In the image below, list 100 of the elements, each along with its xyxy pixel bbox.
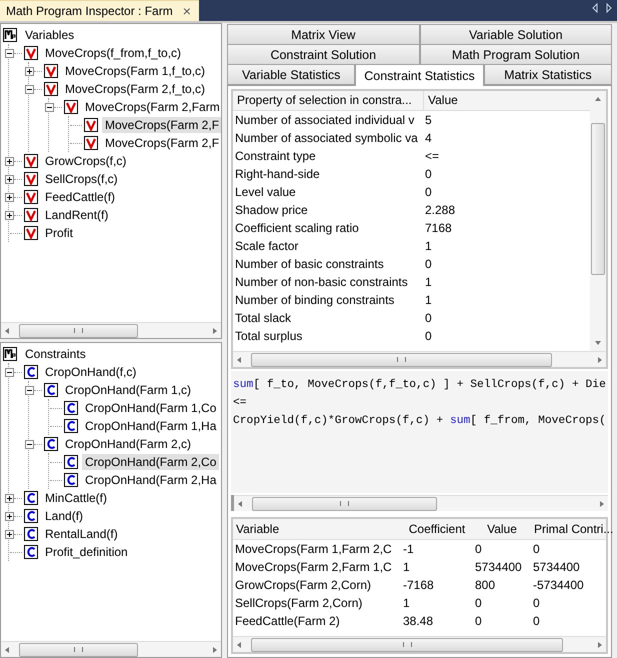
formula-line: CropYield(f,c)*GrowCrops(f,c) + sum[ f_from, MoveCrops( — [233, 415, 607, 429]
table-cell-text: 0 — [532, 596, 541, 610]
collapse-icon[interactable] — [25, 440, 34, 448]
tree-item[interactable]: MoveCrops(Farm 2,F — [102, 135, 221, 151]
tree-item[interactable]: CropOnHand(Farm 2,Co — [82, 454, 220, 470]
collapse-icon[interactable] — [5, 48, 14, 58]
expand-icon[interactable] — [5, 174, 14, 184]
tree-item[interactable]: CropOnHand(Farm 2,Ha — [82, 472, 220, 488]
property-name: Total surplus — [234, 329, 304, 343]
property-name: Coefficient scaling ratio — [234, 221, 360, 235]
column-header[interactable]: Variable — [233, 519, 401, 539]
property-name: Number of non-basic constraints — [234, 275, 409, 289]
table-cell-text: MoveCrops(Farm 2,Farm 1,C — [234, 560, 393, 574]
column-header[interactable]: Coefficient — [401, 519, 473, 539]
tab[interactable]: Matrix Statistics — [484, 64, 612, 85]
property-value: 0 — [424, 185, 432, 199]
horizontal-scrollbar[interactable] — [1, 641, 221, 657]
property-name: Total slack — [234, 311, 292, 325]
property-value: 0 — [424, 329, 432, 343]
horizontal-scrollbar[interactable] — [234, 495, 608, 511]
variable-icon — [24, 190, 38, 204]
tree-root-label[interactable]: Constraints — [23, 347, 88, 361]
tree-item[interactable]: CropOnHand(Farm 1,Co — [82, 400, 220, 416]
tab[interactable]: Math Program Solution — [420, 44, 612, 65]
tree-item[interactable]: SellCrops(f,c) — [42, 171, 121, 187]
tree-item[interactable]: CropOnHand(Farm 1,Ha — [82, 418, 220, 434]
tree-item[interactable]: RentalLand(f) — [42, 526, 121, 542]
constraint-icon — [64, 419, 78, 433]
horizontal-scrollbar[interactable] — [1, 322, 221, 338]
tree-item[interactable]: CropOnHand(f,c) — [42, 364, 140, 380]
property-value: 2.288 — [424, 203, 456, 217]
tree-item[interactable]: GrowCrops(f,c) — [42, 153, 130, 169]
expand-icon[interactable] — [5, 192, 14, 202]
close-button[interactable]: × — [182, 3, 191, 19]
collapse-icon[interactable] — [25, 84, 34, 94]
table-cell-text: 0 — [474, 614, 483, 628]
property-name: Scale factor — [234, 239, 300, 253]
collapse-icon[interactable] — [45, 102, 54, 112]
tree-item[interactable]: FeedCattle(f) — [42, 189, 118, 205]
property-value: 1 — [424, 239, 432, 253]
formula-line: <= — [233, 397, 248, 411]
variable-icon — [44, 64, 58, 78]
tree-item[interactable]: Profit_definition — [42, 544, 131, 560]
property-name: Number of associated symbolic va — [234, 131, 419, 145]
expand-icon[interactable] — [5, 494, 14, 502]
constraint-icon — [24, 527, 38, 541]
tree-item[interactable]: LandRent(f) — [42, 207, 112, 223]
column-header[interactable]: Value — [473, 519, 531, 539]
variable-icon — [24, 154, 38, 168]
tree-item[interactable]: MoveCrops(Farm 2,f_to,c) — [62, 81, 208, 97]
table-cell-text: 1 — [402, 596, 411, 610]
tab[interactable]: Constraint Statistics — [355, 64, 484, 86]
expand-icon[interactable] — [5, 156, 14, 166]
tree-item[interactable]: MoveCrops(Farm 2,F — [102, 117, 221, 133]
constraint-icon — [24, 545, 38, 559]
column-header[interactable]: Property of selection in constra... — [233, 91, 424, 110]
horizontal-scrollbar[interactable] — [233, 351, 606, 367]
vertical-scrollbar[interactable] — [590, 91, 606, 351]
tree-item[interactable]: Profit — [42, 225, 76, 241]
tree-item[interactable]: Land(f) — [42, 508, 86, 524]
tree-item[interactable]: CropOnHand(Farm 1,c) — [62, 382, 194, 398]
collapse-icon[interactable] — [5, 368, 14, 376]
property-value: 0 — [424, 257, 432, 271]
table-cell-text: 0 — [532, 614, 541, 628]
property-value: 1 — [424, 275, 432, 289]
tree-item[interactable]: CropOnHand(Farm 2,c) — [62, 436, 194, 452]
constraint-icon — [24, 491, 38, 505]
tab[interactable]: Variable Solution — [420, 24, 612, 45]
variable-icon — [24, 208, 38, 222]
tab[interactable]: Variable Statistics — [227, 64, 356, 85]
tree-item[interactable]: MinCattle(f) — [42, 490, 110, 506]
property-value: 7168 — [424, 221, 452, 235]
constraint-icon — [24, 365, 38, 379]
tree-item[interactable]: MoveCrops(Farm 2,Farm — [82, 99, 221, 115]
constraint-icon — [64, 455, 78, 469]
expand-icon[interactable] — [5, 210, 14, 220]
tab[interactable]: Matrix View — [227, 24, 420, 45]
collapse-icon[interactable] — [25, 386, 34, 394]
expand-icon[interactable] — [5, 512, 14, 520]
scroll-arrows-icon[interactable] — [591, 2, 613, 12]
property-name: Number of basic constraints — [234, 257, 385, 271]
column-header[interactable]: Value — [424, 91, 462, 110]
table-cell-text: FeedCattle(Farm 2) — [234, 614, 341, 628]
table-cell-text: -5734400 — [532, 578, 585, 592]
variable-icon — [24, 226, 38, 240]
formula-line: sum[ f_to, MoveCrops(f,f_to,c) ] + SellCrops(f,c) + Die — [233, 379, 607, 393]
tab[interactable]: Constraint Solution — [227, 44, 420, 65]
tree-item[interactable]: MoveCrops(f_from,f_to,c) — [42, 45, 184, 61]
document-tab[interactable]: Math Program Inspector : Farm × — [0, 0, 199, 21]
expand-icon[interactable] — [5, 530, 14, 538]
column-header[interactable]: Primal Contri... — [531, 519, 616, 539]
property-name: Shadow price — [234, 203, 309, 217]
horizontal-scrollbar[interactable] — [233, 636, 606, 652]
table-cell-text: 5734400 — [474, 560, 523, 574]
tree-root-label[interactable]: Variables — [23, 28, 76, 42]
table-cell-text: -1 — [402, 542, 415, 556]
tree-item[interactable]: MoveCrops(Farm 1,f_to,c) — [62, 63, 208, 79]
table-cell-text: 0 — [532, 542, 541, 556]
property-value: 0 — [424, 311, 432, 325]
expand-icon[interactable] — [25, 66, 34, 76]
